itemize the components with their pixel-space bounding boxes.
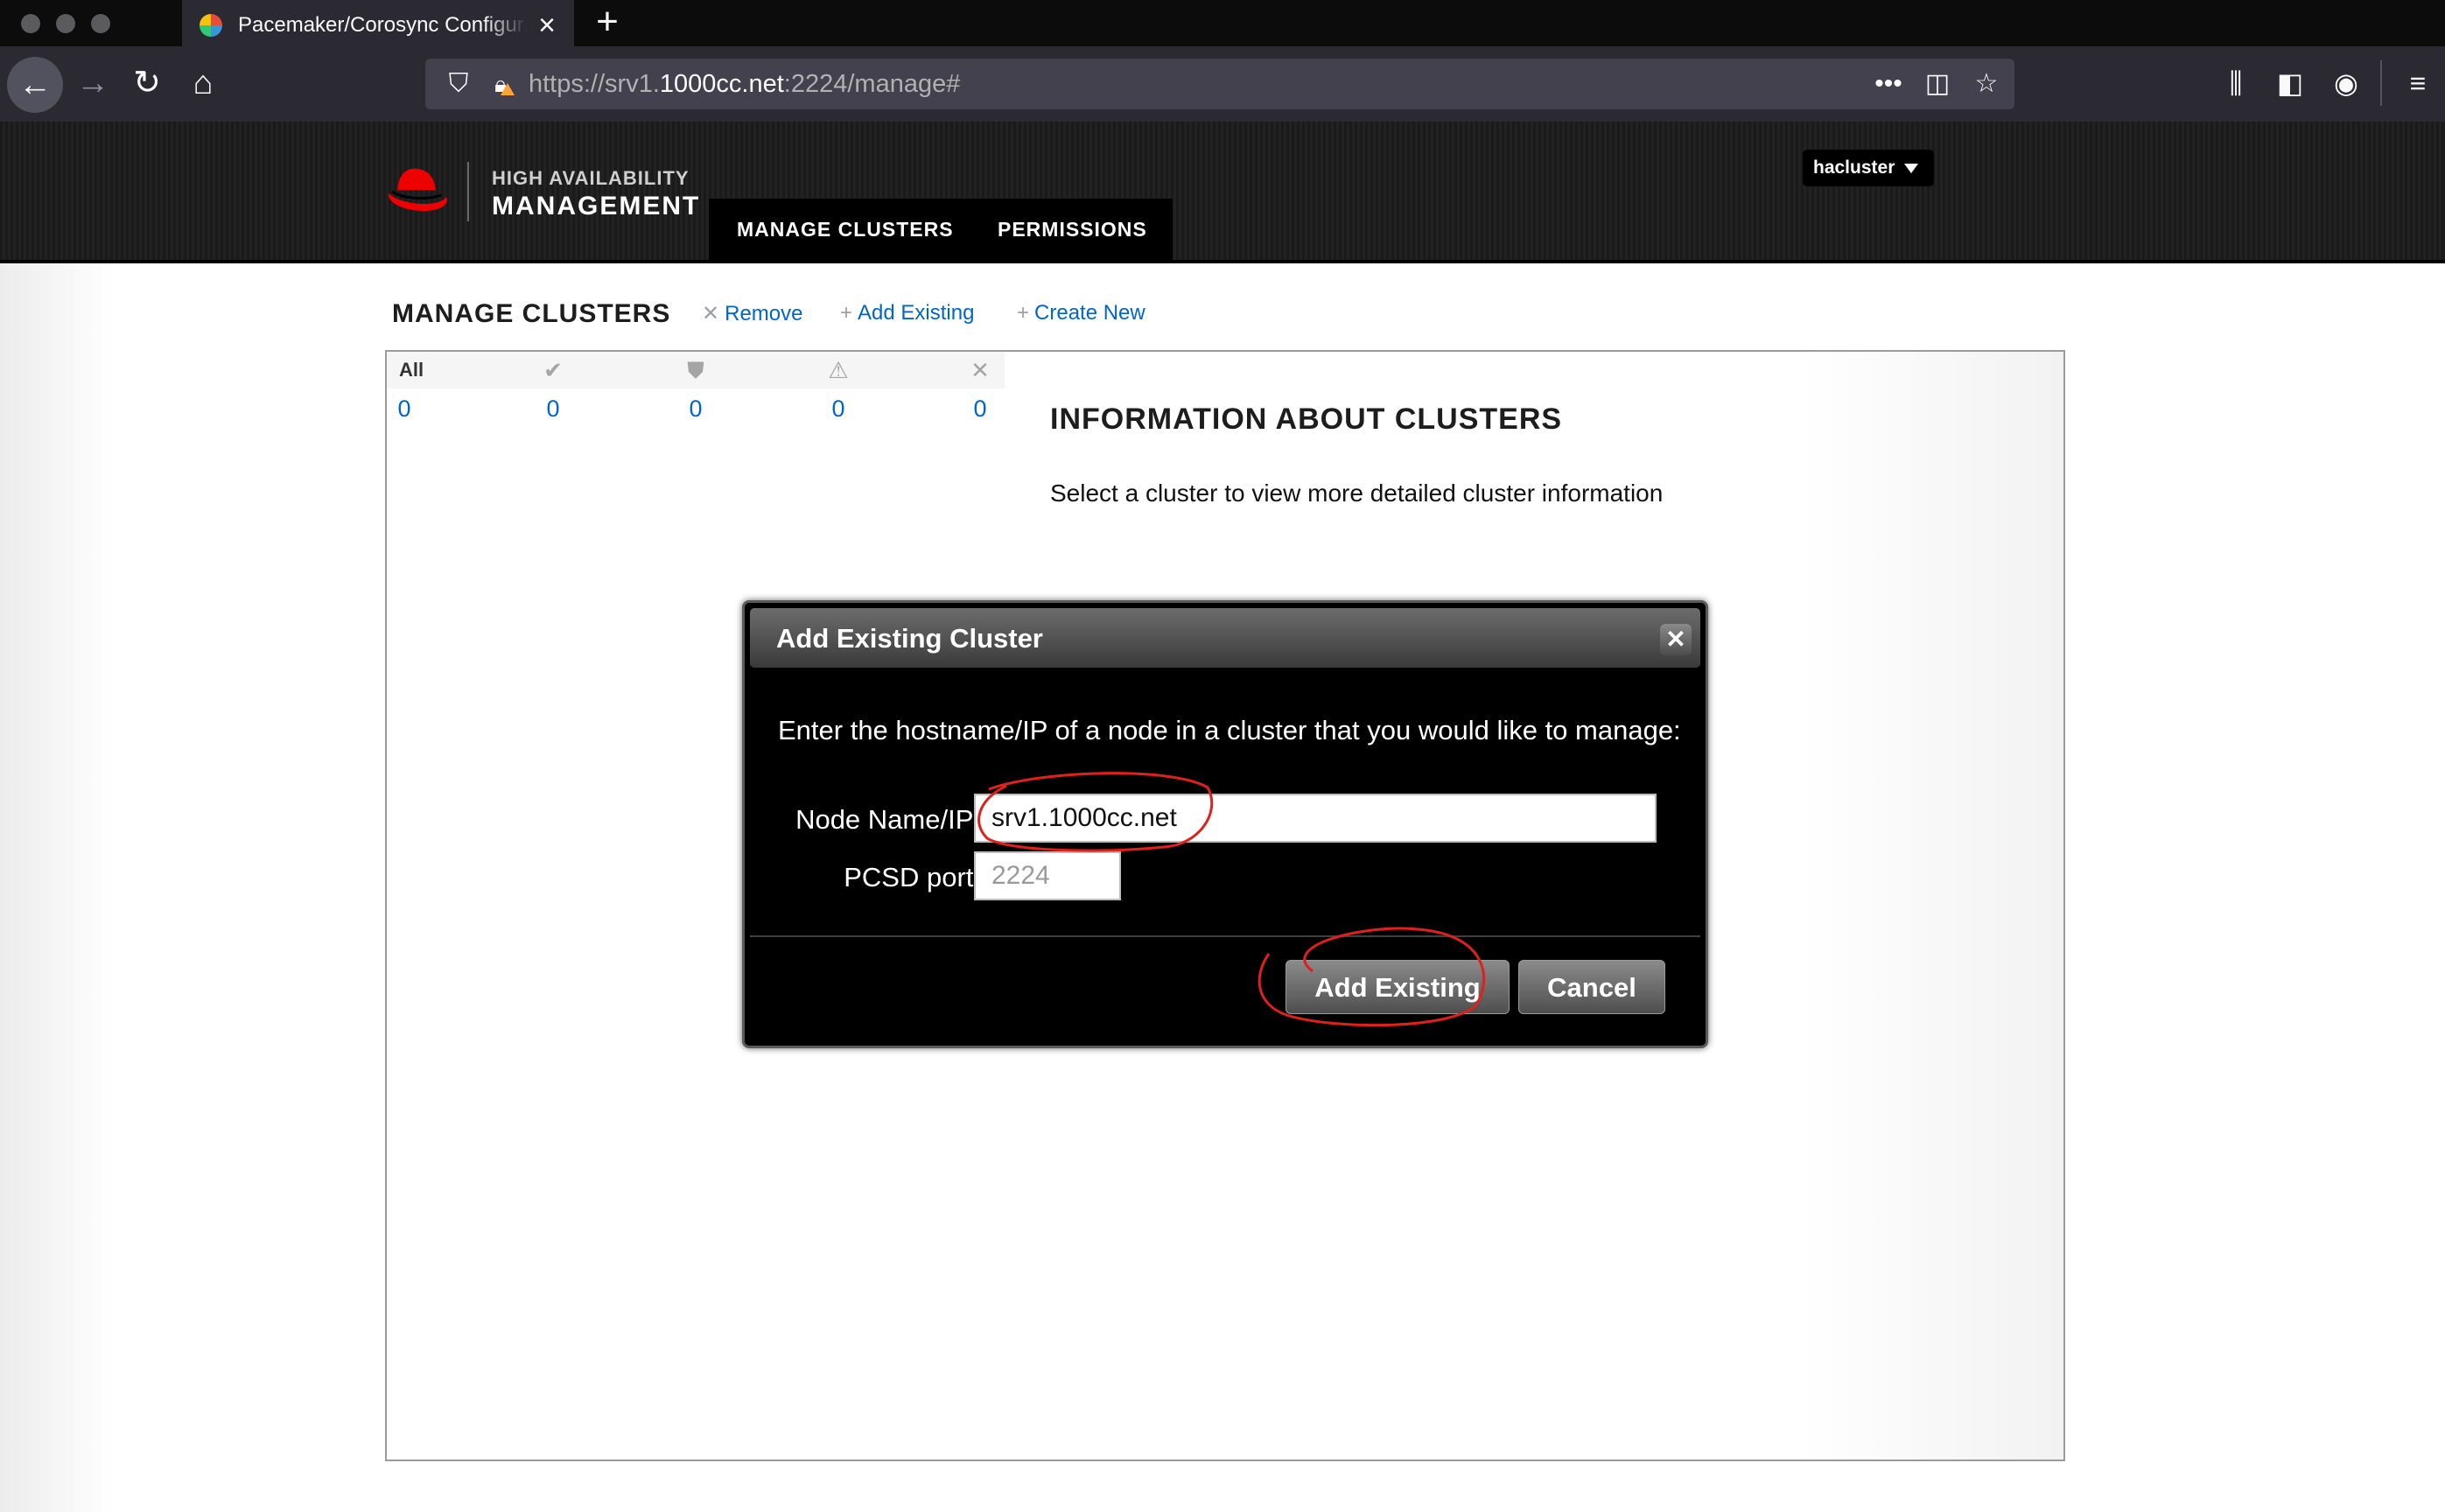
- new-tab-icon[interactable]: +: [588, 2, 627, 44]
- count-error[interactable]: 0: [963, 396, 998, 423]
- plus-icon: +: [1017, 301, 1030, 325]
- browser-tab[interactable]: Pacemaker/Corosync Configuration ×: [182, 0, 574, 46]
- node-name-label: Node Name/IP:: [795, 804, 981, 835]
- address-bar[interactable]: ⛉ 🔒︎ https://srv1.1000cc.net:2224/manage…: [425, 59, 2014, 109]
- status-filter-bar: All ✔ ⛊ ⚠ ✕: [387, 352, 1005, 388]
- page-gutter: [0, 263, 114, 1512]
- sidebar-icon[interactable]: ◧: [2268, 57, 2312, 109]
- info-title: INFORMATION ABOUT CLUSTERS: [1050, 402, 1563, 436]
- tab-favicon-icon: [200, 14, 222, 37]
- bookmark-star-icon[interactable]: ☆: [1967, 66, 2006, 102]
- app-header: HIGH AVAILABILITY MANAGEMENT MANAGE CLUS…: [0, 122, 2445, 263]
- plus-icon: +: [840, 301, 853, 325]
- home-icon[interactable]: ⌂: [177, 57, 229, 109]
- insecure-warning-icon: [501, 83, 515, 95]
- dialog-titlebar: Add Existing Cluster ✕: [750, 608, 1700, 668]
- reload-icon[interactable]: ↻: [121, 57, 173, 109]
- check-icon[interactable]: ✔: [536, 355, 571, 385]
- window-zoom-dot[interactable]: [91, 14, 110, 33]
- count-issue[interactable]: 0: [678, 396, 713, 423]
- url-text[interactable]: https://srv1.1000cc.net:2224/manage#: [529, 70, 960, 99]
- shield-alert-icon[interactable]: ⛊: [678, 355, 713, 385]
- browser-tab-bar: Pacemaker/Corosync Configuration × +: [0, 0, 2445, 46]
- count-ok[interactable]: 0: [536, 396, 571, 423]
- info-text: Select a cluster to view more detailed c…: [1050, 480, 1664, 507]
- window-close-dot[interactable]: [21, 14, 40, 33]
- logo-subtitle: HIGH AVAILABILITY: [492, 167, 690, 189]
- remove-link[interactable]: ✕ Remove: [702, 301, 802, 326]
- user-menu[interactable]: hacluster: [1803, 150, 1934, 186]
- dialog-close-icon[interactable]: ✕: [1660, 624, 1692, 655]
- page-actions-icon[interactable]: •••: [1869, 66, 1908, 102]
- main-nav: MANAGE CLUSTERS PERMISSIONS: [709, 199, 1173, 260]
- tab-close-icon[interactable]: ×: [532, 8, 562, 43]
- filter-all[interactable]: All: [399, 359, 424, 382]
- remove-icon: ✕: [702, 302, 720, 326]
- window-minimize-dot[interactable]: [56, 14, 75, 33]
- toolbar-separator: [2380, 60, 2382, 106]
- warning-icon[interactable]: ⚠: [821, 355, 856, 385]
- pocket-icon[interactable]: ◫: [1918, 66, 1957, 102]
- tab-title: Pacemaker/Corosync Configuration: [238, 13, 527, 37]
- pcsd-port-label: PCSD port:: [844, 862, 981, 892]
- back-arrow-icon[interactable]: ←: [7, 57, 63, 113]
- dialog-title: Add Existing Cluster: [776, 623, 1043, 654]
- account-icon[interactable]: ◉: [2324, 57, 2368, 109]
- redhat-logo-icon: [388, 168, 447, 211]
- pcsd-port-input[interactable]: [974, 851, 1121, 900]
- library-icon[interactable]: ⫼: [2214, 57, 2258, 109]
- tracking-shield-icon[interactable]: ⛉: [441, 66, 476, 102]
- node-name-input[interactable]: [974, 794, 1657, 843]
- forward-arrow-icon[interactable]: →: [67, 57, 119, 109]
- add-existing-cluster-dialog: Add Existing Cluster ✕ Enter the hostnam…: [742, 600, 1708, 1048]
- error-x-icon[interactable]: ✕: [963, 355, 998, 385]
- menu-icon[interactable]: ≡: [2396, 57, 2440, 109]
- count-all[interactable]: 0: [387, 396, 422, 423]
- cancel-button[interactable]: Cancel: [1518, 960, 1665, 1014]
- panel-shade: [1801, 352, 2063, 1460]
- add-existing-button[interactable]: Add Existing: [1286, 960, 1510, 1014]
- count-warning[interactable]: 0: [821, 396, 856, 423]
- page-title: MANAGE CLUSTERS: [392, 299, 671, 328]
- browser-nav-bar: ← → ↻ ⌂ ⛉ 🔒︎ https://srv1.1000cc.net:222…: [0, 46, 2445, 122]
- create-new-link[interactable]: + Create New: [1017, 301, 1145, 326]
- dialog-prompt: Enter the hostname/IP of a node in a clu…: [778, 715, 1681, 746]
- logo-divider: [467, 162, 469, 221]
- nav-manage-clusters[interactable]: MANAGE CLUSTERS: [737, 199, 954, 260]
- caret-down-icon: [1904, 164, 1918, 173]
- logo-title: MANAGEMENT: [492, 192, 701, 220]
- user-name: hacluster: [1813, 158, 1895, 178]
- dialog-separator: [750, 935, 1700, 937]
- nav-permissions[interactable]: PERMISSIONS: [998, 199, 1147, 260]
- add-existing-link[interactable]: + Add Existing: [840, 301, 974, 326]
